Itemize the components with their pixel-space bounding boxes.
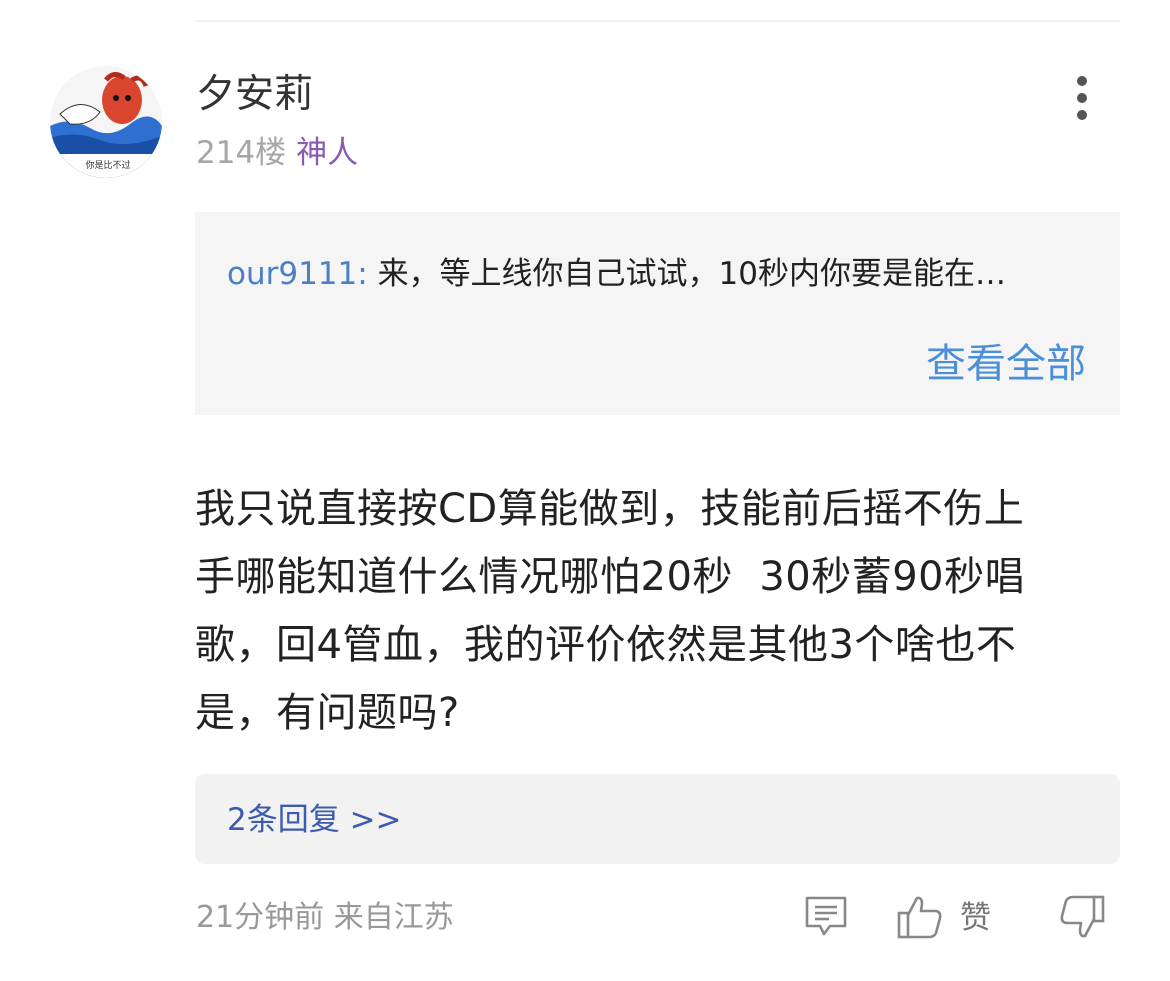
thumbs-down-icon[interactable] — [1058, 893, 1106, 945]
post-line: 手哪能知道什么情况哪怕20秒 30秒蓄90秒唱 — [195, 554, 1026, 600]
floor-number: 214楼 — [196, 135, 287, 171]
more-vertical-icon[interactable] — [1062, 72, 1102, 124]
avatar-image: 你是比不过 — [50, 66, 162, 178]
like-label[interactable]: 赞 — [960, 896, 991, 940]
replies-link[interactable]: 2条回复 >> — [227, 798, 402, 842]
post-line: 歌，回4管血，我的评价依然是其他3个啥也不 — [195, 622, 1017, 668]
post-time-location: 21分钟前 来自江苏 — [196, 900, 454, 935]
floor-info: 214楼 神人 — [196, 131, 358, 175]
quote-line: our9111: 来，等上线你自己试试，10秒内你要是能在… — [227, 252, 1006, 296]
post-content: 我只说直接按CD算能做到，技能前后摇不伤上 手哪能知道什么情况哪怕20秒 30秒… — [195, 475, 1125, 747]
replies-button[interactable]: 2条回复 >> — [195, 774, 1120, 864]
comment-icon[interactable] — [803, 893, 849, 943]
top-divider — [195, 20, 1120, 22]
quote-text: 来，等上线你自己试试，10秒内你要是能在… — [377, 256, 1007, 292]
post-line: 是，有问题吗? — [195, 690, 460, 736]
user-badge: 神人 — [296, 135, 359, 171]
username[interactable]: 夕安莉 — [196, 70, 313, 120]
avatar-caption: 你是比不过 — [85, 159, 130, 171]
post-line: 我只说直接按CD算能做到，技能前后摇不伤上 — [195, 486, 1025, 532]
view-all-button[interactable]: 查看全部 — [926, 338, 1086, 390]
thumbs-up-icon[interactable] — [896, 893, 944, 945]
quote-author[interactable]: our9111: — [227, 256, 368, 292]
quoted-comment[interactable]: our9111: 来，等上线你自己试试，10秒内你要是能在… 查看全部 — [195, 212, 1120, 415]
avatar[interactable]: 你是比不过 — [50, 66, 162, 178]
